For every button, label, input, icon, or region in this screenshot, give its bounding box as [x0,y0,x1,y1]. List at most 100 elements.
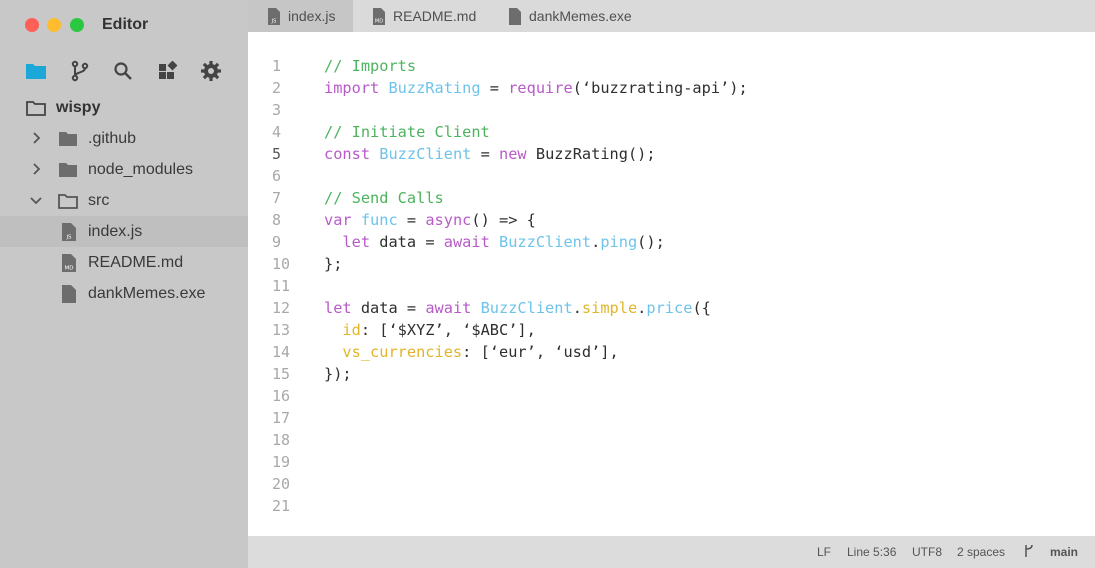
code-token: price [646,299,693,317]
code-token: = [397,211,426,229]
svg-text:MD: MD [375,18,383,24]
code-token: simple [581,299,638,317]
code-token: () => { [471,211,536,229]
tree-item-readme[interactable]: MD README.md [0,247,248,278]
svg-text:JS: JS [65,235,72,241]
files-icon[interactable] [25,60,47,82]
code-token: : [‘$XYZ’, ‘$ABC’], [360,321,536,339]
code-token: async [425,211,472,229]
code-line[interactable]: var func = async() => { [324,209,748,231]
code-line[interactable] [324,429,748,451]
code-line[interactable]: // Initiate Client [324,121,748,143]
code-token: let [324,299,361,317]
tab-dankmemes[interactable]: dankMemes.exe [488,0,632,32]
line-number: 5 [272,145,282,163]
file-tree: wispy .github node_modules src JS index.… [0,92,248,307]
code-line[interactable]: vs_currencies: [‘eur’, ‘usd’], [324,341,748,363]
code-line[interactable]: // Send Calls [324,187,748,209]
code-token: BuzzClient [379,145,472,163]
code-line[interactable] [324,495,748,517]
status-branch[interactable]: main [1050,545,1078,559]
code-line[interactable]: }; [324,253,748,275]
line-number: 1 [272,57,282,75]
code-token: data = [379,233,444,251]
code-line[interactable]: const BuzzClient = new BuzzRating(); [324,143,748,165]
line-number: 14 [272,343,291,361]
code-line[interactable]: }); [324,363,748,385]
code-line[interactable]: id: [‘$XYZ’, ‘$ABC’], [324,319,748,341]
line-number: 17 [272,409,291,427]
tree-item-index-js[interactable]: JS index.js [0,216,248,247]
code-line[interactable] [324,165,748,187]
tree-item-github[interactable]: .github [0,123,248,154]
line-number: 19 [272,453,291,471]
code-token: id [342,321,361,339]
code-line[interactable] [324,407,748,429]
folder-icon [59,163,77,177]
tree-root-folder[interactable]: wispy [0,92,248,123]
tree-item-src[interactable]: src [0,185,248,216]
code-token: func [360,211,398,229]
minimize-window-button[interactable] [47,18,61,32]
folder-icon [59,132,77,146]
tab-readme[interactable]: MD README.md [353,0,476,32]
code-token: var [324,211,361,229]
code-line[interactable] [324,275,748,297]
svg-text:MD: MD [65,266,74,272]
code-token: vs_currencies [342,343,463,361]
tab-label: README.md [393,8,477,24]
settings-icon[interactable] [200,60,222,82]
tree-item-dankmemes[interactable]: dankMemes.exe [0,278,248,307]
code-token: }); [324,365,352,383]
file-icon [62,285,76,303]
extensions-icon[interactable] [157,60,179,82]
md-file-icon: MD [373,7,385,25]
code-token: BuzzRating [388,79,481,97]
status-encoding[interactable]: UTF8 [912,545,942,559]
tree-item-label: README.md [88,254,184,271]
tree-item-node-modules[interactable]: node_modules [0,154,248,185]
code-token: = [480,79,509,97]
code-editor[interactable]: 1 2 3 4 5 6 7 8 9 10 11 12 13 14 15 16 17 18 19 20 21 // Imp… [248,32,1095,536]
code-token: ping [600,233,638,251]
code-line[interactable] [324,99,748,121]
code-token: : [‘eur’, ‘usd’], [462,343,619,361]
code-token: (); [637,233,665,251]
code-area[interactable]: // Imports import BuzzRating = require(‘b… [324,55,748,517]
branch-icon[interactable] [69,60,91,82]
line-number: 20 [272,475,291,493]
code-token: new [499,145,536,163]
code-token: // Imports [324,57,417,75]
line-number: 15 [272,365,291,383]
line-number: 8 [272,211,282,229]
search-icon[interactable] [112,60,134,82]
line-number: 11 [272,277,291,295]
code-token: }; [324,255,343,273]
code-line[interactable]: let data = await BuzzClient.simple.price… [324,297,748,319]
line-number: 13 [272,321,291,339]
file-icon [509,7,521,25]
code-line[interactable]: let data = await BuzzClient.ping(); [324,231,748,253]
status-indent[interactable]: 2 spaces [957,545,1005,559]
status-cursor-position[interactable]: Line 5:36 [847,545,896,559]
line-number: 21 [272,497,291,515]
status-eol[interactable]: LF [817,545,831,559]
tree-item-label: dankMemes.exe [88,285,206,302]
code-line[interactable] [324,451,748,473]
maximize-window-button[interactable] [70,18,84,32]
tree-root-label: wispy [56,99,101,116]
chevron-down-icon [30,197,42,205]
code-token: BuzzClient [499,233,592,251]
code-token: BuzzRating(); [535,145,656,163]
code-line[interactable] [324,385,748,407]
code-token: const [324,145,380,163]
close-window-button[interactable] [25,18,39,32]
code-line[interactable] [324,473,748,495]
tab-index-js[interactable]: JS index.js [248,0,353,32]
line-number-gutter: 1 2 3 4 5 6 7 8 9 10 11 12 13 14 15 16 17 18 19 20 21 [248,55,310,517]
code-line[interactable]: // Imports [324,55,748,77]
code-token: . [591,233,601,251]
code-line[interactable]: import BuzzRating = require(‘buzzrating-… [324,77,748,99]
